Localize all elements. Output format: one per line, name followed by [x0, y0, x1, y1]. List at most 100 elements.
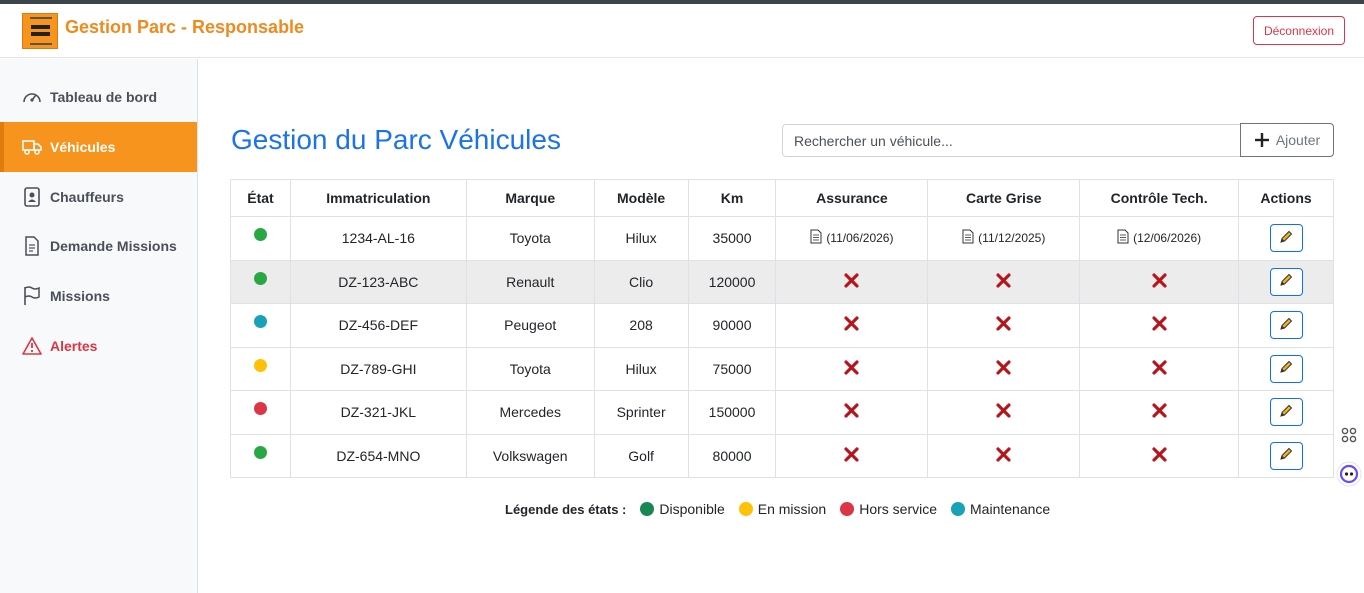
table-row[interactable]: DZ-321-JKL Mercedes Sprinter 150000 [230, 390, 1334, 435]
edit-button[interactable] [1269, 224, 1303, 253]
etat-cell [230, 390, 291, 435]
flag-icon [22, 286, 42, 306]
carte_grise-cell [927, 303, 1081, 348]
status-dot-icon [951, 502, 966, 516]
immatriculation-cell: DZ-456-DEF [289, 303, 467, 348]
pencil-icon [1278, 316, 1294, 335]
immatriculation-cell: DZ-789-GHI [289, 346, 467, 391]
document-icon [810, 229, 826, 247]
immatriculation-cell: DZ-123-ABC [289, 259, 467, 304]
logout-button[interactable]: Déconnexion [1253, 16, 1345, 45]
column-header[interactable]: Contrôle Tech. [1079, 179, 1240, 217]
pencil-icon [1278, 359, 1294, 378]
carte_grise-cell [927, 390, 1081, 435]
marque-cell: Renault [465, 259, 595, 304]
km-cell: 35000 [687, 216, 777, 261]
app-logo [22, 13, 58, 49]
immatriculation-cell: DZ-654-MNO [289, 433, 467, 478]
missing-x-icon [996, 360, 1011, 375]
carte_grise-cell[interactable]: (11/12/2025) [927, 216, 1081, 261]
sidebar-item-alertes[interactable]: Alertes [0, 321, 197, 371]
actions-cell [1238, 390, 1334, 435]
grid-apps-icon[interactable] [1334, 420, 1364, 450]
status-dot-icon [738, 502, 753, 516]
document-link[interactable]: (11/12/2025) [962, 229, 1045, 247]
column-header[interactable]: Assurance [775, 179, 929, 217]
document-link[interactable]: (12/06/2026) [1117, 229, 1201, 247]
sidebar-item-dashboard[interactable]: Tableau de bord [0, 72, 197, 122]
status-dot-icon [253, 445, 267, 459]
controle-cell [1079, 259, 1240, 304]
column-header[interactable]: Modèle [593, 179, 689, 217]
column-header[interactable]: Marque [465, 179, 595, 217]
driver-badge-icon [22, 187, 42, 207]
immatriculation-cell: 1234-AL-16 [289, 216, 467, 261]
assurance-cell [775, 259, 929, 304]
controle-cell[interactable]: (12/06/2026) [1079, 216, 1240, 261]
etat-cell [230, 433, 291, 478]
modele-cell: Clio [593, 259, 689, 304]
sidebar-item-chauffeurs[interactable]: Chauffeurs [0, 172, 197, 222]
status-dot-icon [840, 502, 855, 516]
table-row[interactable]: 1234-AL-16 Toyota Hilux 35000 (11/06/2026) (1… [230, 216, 1334, 261]
missing-x-icon [1152, 360, 1167, 375]
etat-cell [230, 259, 291, 304]
column-header[interactable]: Immatriculation [289, 179, 467, 217]
document-icon [810, 229, 822, 244]
edit-button[interactable] [1269, 311, 1303, 340]
carte_grise-cell [927, 259, 1081, 304]
edit-button[interactable] [1269, 398, 1303, 427]
assurance-cell[interactable]: (11/06/2026) [775, 216, 929, 261]
table-row[interactable]: DZ-123-ABC Renault Clio 120000 [230, 259, 1334, 304]
missing-x-icon [844, 447, 859, 462]
sidebar-item-demande-missions[interactable]: Demande Missions [0, 221, 197, 271]
controle-cell [1079, 346, 1240, 391]
missing-x-icon [1152, 273, 1167, 288]
assurance-cell [775, 390, 929, 435]
document-date: (11/06/2026) [826, 231, 894, 246]
document-date: (11/12/2025) [978, 231, 1046, 246]
column-header[interactable]: Km [687, 179, 777, 217]
actions-cell [1238, 433, 1334, 478]
document-link[interactable]: (11/06/2026) [810, 229, 893, 247]
missing-x-icon [996, 316, 1011, 331]
sidebar-item-vehicules[interactable]: Véhicules [0, 122, 197, 172]
missing-x-icon [844, 360, 859, 375]
table-row[interactable]: DZ-789-GHI Toyota Hilux 75000 [230, 346, 1334, 391]
sidebar-item-label: Alertes [50, 338, 98, 354]
dashboard-gauge-icon [22, 87, 42, 107]
modele-cell: 208 [593, 303, 689, 348]
status-dot-icon [253, 402, 267, 416]
table-row[interactable]: DZ-456-DEF Peugeot 208 90000 [230, 303, 1334, 348]
document-date: (12/06/2026) [1133, 231, 1202, 246]
marque-cell: Volkswagen [465, 433, 595, 478]
sidebar-item-label: Demande Missions [50, 238, 177, 254]
assurance-cell [775, 303, 929, 348]
edit-button[interactable] [1269, 354, 1303, 383]
sidebar-item-missions[interactable]: Missions [0, 271, 197, 321]
immatriculation-cell: DZ-321-JKL [289, 390, 467, 435]
pencil-icon [1278, 446, 1294, 465]
etat-cell [230, 346, 291, 391]
carte_grise-cell [927, 346, 1081, 391]
column-header[interactable]: État [230, 179, 291, 217]
edit-button[interactable] [1269, 441, 1303, 470]
table-row[interactable]: DZ-654-MNO Volkswagen Golf 80000 [230, 433, 1334, 478]
carte_grise-cell [927, 433, 1081, 478]
page-title: Gestion du Parc Véhicules [231, 124, 561, 155]
vehicle-search-input[interactable] [782, 124, 1242, 157]
legend-title: Légende des états : [505, 501, 627, 517]
missing-x-icon [844, 273, 859, 288]
controle-cell [1079, 303, 1240, 348]
modele-cell: Hilux [593, 216, 689, 261]
legend-item-en-mission: En mission [738, 501, 826, 517]
add-vehicle-button[interactable]: Ajouter [1240, 123, 1334, 157]
edit-button[interactable] [1269, 267, 1303, 296]
missing-x-icon [844, 403, 859, 418]
actions-cell [1238, 303, 1334, 348]
km-cell: 150000 [687, 390, 777, 435]
marque-cell: Toyota [465, 346, 595, 391]
column-header[interactable]: Carte Grise [927, 179, 1081, 217]
etat-cell [230, 303, 291, 348]
assistant-bot-icon[interactable] [1334, 459, 1364, 489]
